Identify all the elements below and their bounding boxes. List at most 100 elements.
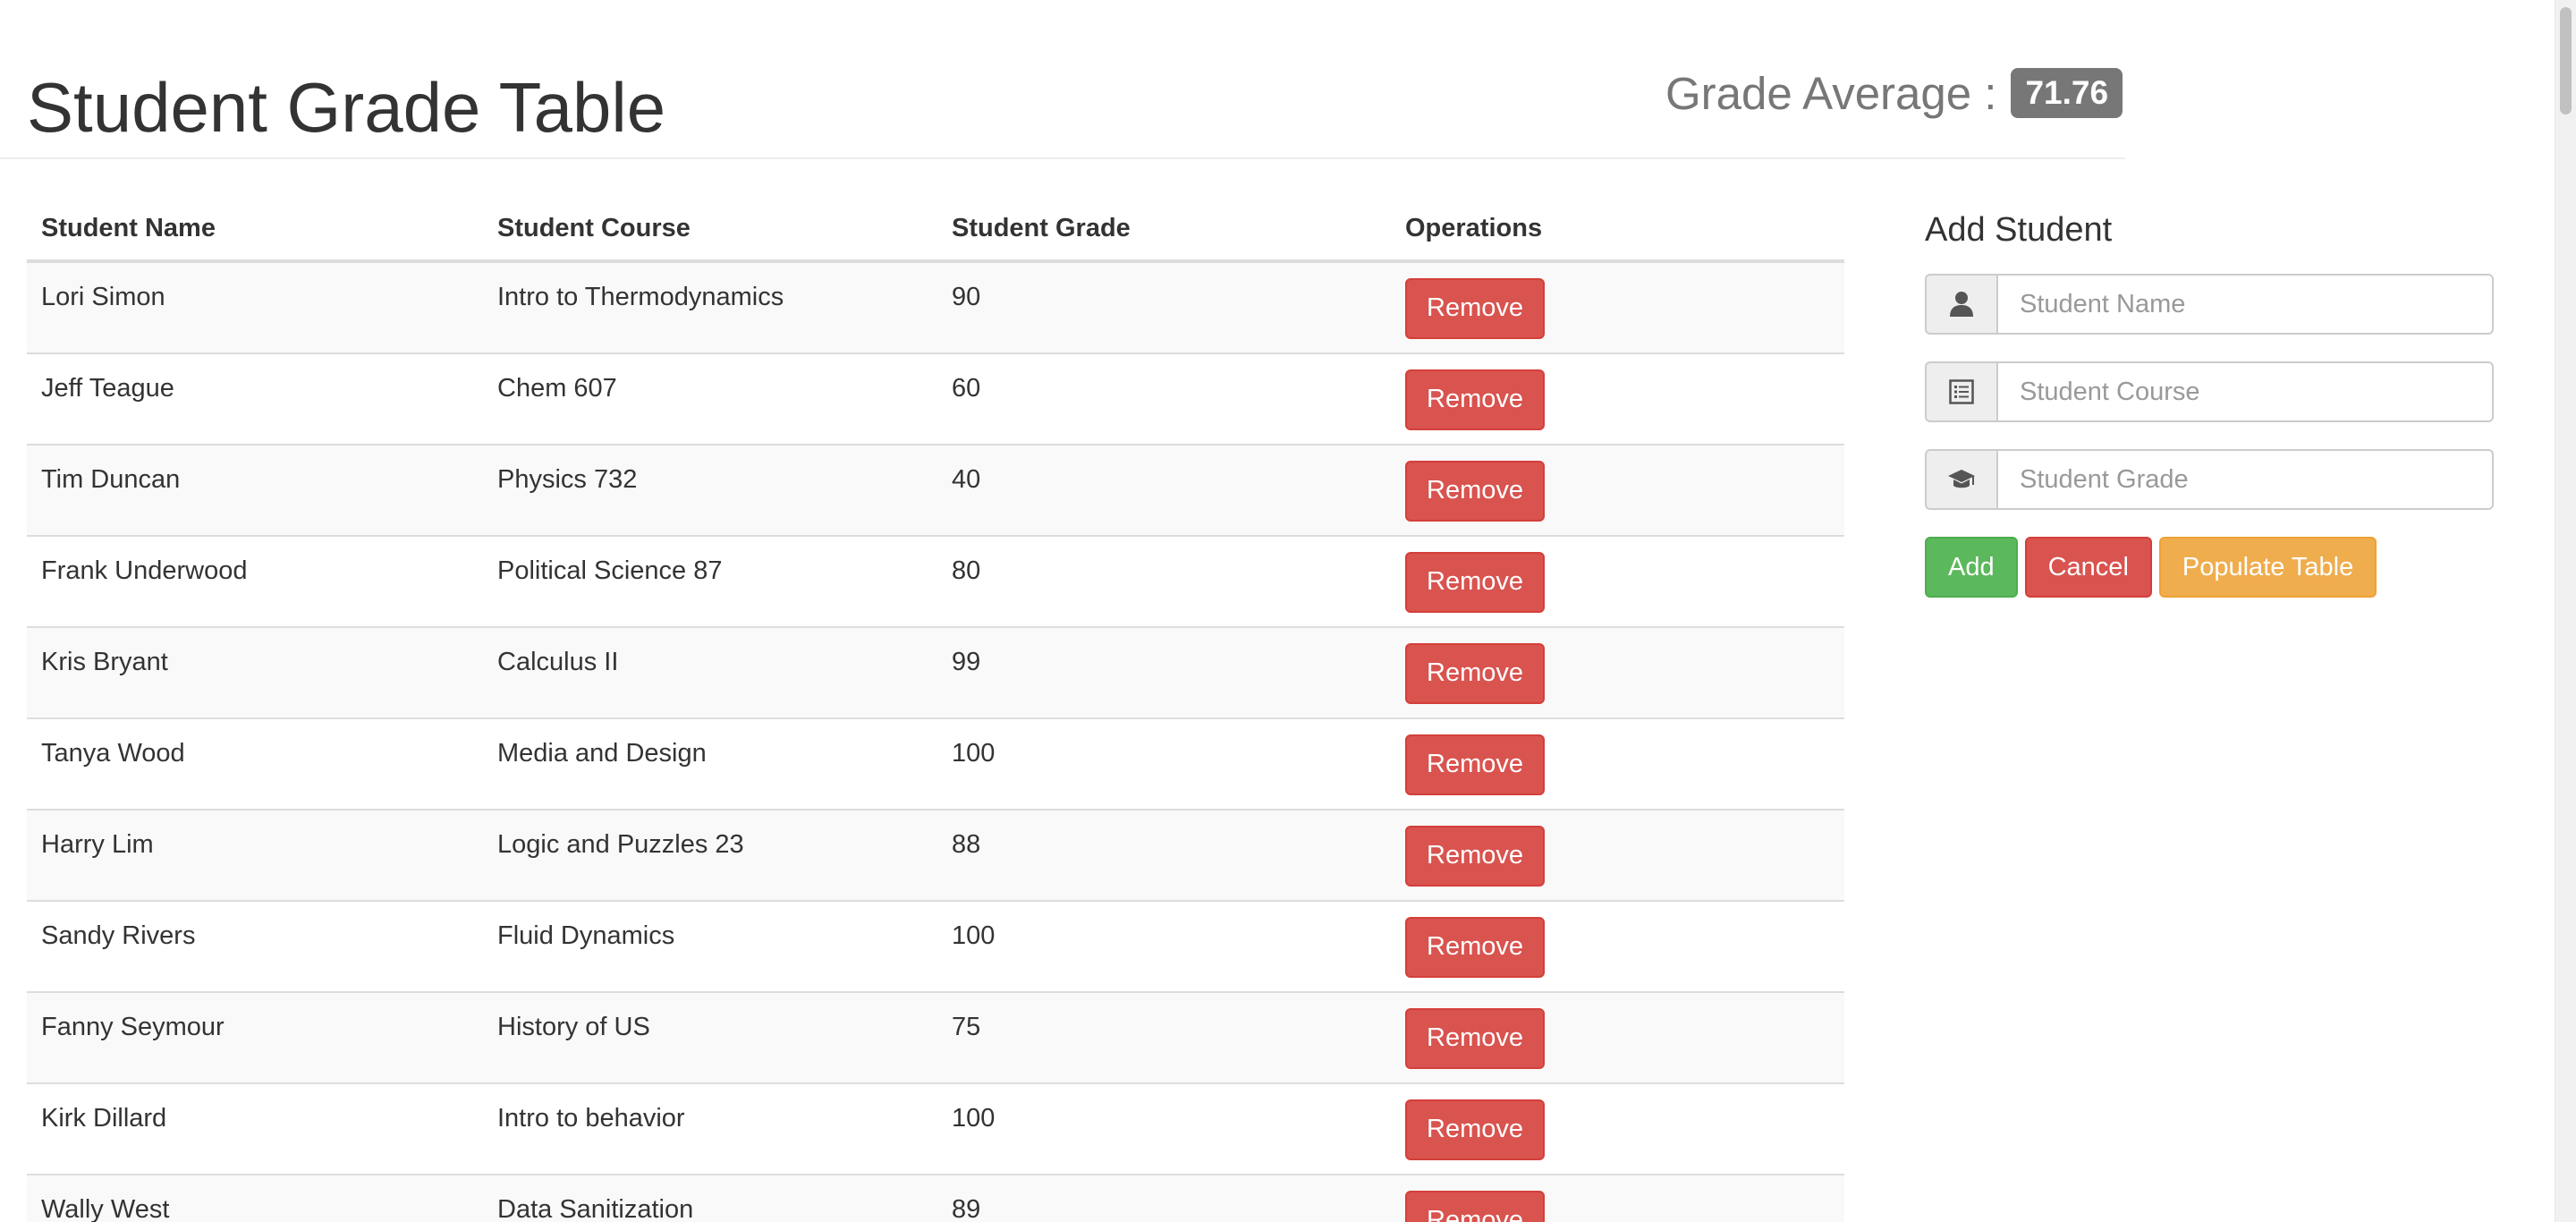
student-grade-cell: 100 bbox=[937, 1082, 1391, 1175]
student-course-cell: Physics 732 bbox=[483, 444, 937, 536]
operations-cell: Remove bbox=[1391, 991, 1844, 1083]
table-row: Kirk Dillard Intro to behavior 100 Remove bbox=[27, 1082, 1844, 1175]
student-course-cell: Media and Design bbox=[483, 717, 937, 810]
remove-button[interactable]: Remove bbox=[1405, 916, 1545, 978]
operations-cell: Remove bbox=[1391, 444, 1844, 536]
remove-button[interactable]: Remove bbox=[1405, 551, 1545, 613]
student-course-cell: Intro to Thermodynamics bbox=[483, 260, 937, 353]
table-row: Frank Underwood Political Science 87 80 Rem… bbox=[27, 535, 1844, 627]
student-name-cell: Kirk Dillard bbox=[27, 1082, 483, 1175]
student-name-cell-text: Jeff Teague bbox=[41, 374, 174, 403]
operations-cell: Remove bbox=[1391, 809, 1844, 901]
student-name-cell: Lori Simon bbox=[27, 260, 483, 353]
student-name-cell: Wally West bbox=[27, 1174, 483, 1222]
student-grade-cell-text: 100 bbox=[952, 1104, 996, 1133]
student-name-cell: Tim Duncan bbox=[27, 444, 483, 536]
remove-button[interactable]: Remove bbox=[1405, 369, 1545, 430]
grade-average: Grade Average : 71.76 bbox=[1665, 64, 2123, 122]
table-row: Sandy Rivers Fluid Dynamics 100 Remove bbox=[27, 900, 1844, 992]
student-grade-cell: 99 bbox=[937, 626, 1391, 718]
student-course-group bbox=[1925, 361, 2494, 422]
add-student-panel: Add Student Student Name Student Course … bbox=[1925, 208, 2494, 598]
remove-button[interactable]: Remove bbox=[1405, 1190, 1545, 1222]
list-alt-icon bbox=[1925, 361, 1996, 422]
student-grade-cell-text: 75 bbox=[952, 1013, 981, 1041]
student-grade-input[interactable] bbox=[1996, 449, 2494, 510]
page-header: Student Grade Table Grade Average : 71.7… bbox=[0, 0, 2125, 159]
student-name-input[interactable] bbox=[1996, 274, 2494, 335]
student-course-cell: Calculus II bbox=[483, 626, 937, 718]
student-grade-cell: 40 bbox=[937, 444, 1391, 536]
student-grade-cell-text: 100 bbox=[952, 921, 996, 950]
table-row: Fanny Seymour History of US 75 Remove bbox=[27, 991, 1844, 1083]
operations-cell: Remove bbox=[1391, 260, 1844, 353]
student-course-cell-text: Physics 732 bbox=[497, 465, 638, 494]
student-course-cell-text: Media and Design bbox=[497, 739, 707, 768]
student-grade-cell: 90 bbox=[937, 260, 1391, 353]
student-course-cell-text: Chem 607 bbox=[497, 374, 617, 403]
student-course-cell-text: Data Sanitization bbox=[497, 1195, 694, 1222]
add-button[interactable]: Add bbox=[1925, 537, 2018, 598]
grade-average-badge: 71.76 bbox=[2011, 68, 2123, 118]
student-grade-cell: 75 bbox=[937, 991, 1391, 1083]
remove-button[interactable]: Remove bbox=[1405, 1007, 1545, 1069]
table-body: Lori Simon Intro to Thermodynamics 90 Remov… bbox=[27, 260, 1844, 1222]
scrollbar-thumb[interactable] bbox=[2560, 7, 2572, 115]
column-header-student-course: Student Course bbox=[483, 197, 937, 263]
student-grade-cell-text: 90 bbox=[952, 283, 981, 311]
cancel-button[interactable]: Cancel bbox=[2024, 537, 2152, 598]
student-course-cell-text: History of US bbox=[497, 1013, 650, 1041]
student-grade-cell-text: 89 bbox=[952, 1195, 981, 1222]
operations-cell: Remove bbox=[1391, 900, 1844, 992]
operations-cell: Remove bbox=[1391, 535, 1844, 627]
student-name-cell: Jeff Teague bbox=[27, 352, 483, 445]
student-name-cell-text: Tanya Wood bbox=[41, 739, 185, 768]
student-course-cell: History of US bbox=[483, 991, 937, 1083]
operations-cell: Remove bbox=[1391, 1174, 1844, 1222]
operations-cell: Remove bbox=[1391, 717, 1844, 810]
column-header-student-name: Student Name bbox=[27, 197, 483, 263]
student-name-cell-text: Fanny Seymour bbox=[41, 1013, 225, 1041]
remove-button[interactable]: Remove bbox=[1405, 642, 1545, 704]
student-name-cell-text: Harry Lim bbox=[41, 830, 154, 859]
student-grade-group bbox=[1925, 449, 2494, 510]
table-row: Kris Bryant Calculus II 99 Remove bbox=[27, 626, 1844, 718]
vertical-scrollbar[interactable] bbox=[2555, 0, 2576, 1222]
student-course-cell-text: Intro to Thermodynamics bbox=[497, 283, 784, 311]
student-name-cell: Harry Lim bbox=[27, 809, 483, 901]
user-icon bbox=[1925, 274, 1996, 335]
student-name-cell-text: Lori Simon bbox=[41, 283, 165, 311]
student-grade-cell: 80 bbox=[937, 535, 1391, 627]
student-name-cell-text: Sandy Rivers bbox=[41, 921, 196, 950]
student-name-cell-text: Kirk Dillard bbox=[41, 1104, 167, 1133]
student-grade-cell: 88 bbox=[937, 809, 1391, 901]
populate-table-button[interactable]: Populate Table bbox=[2158, 537, 2377, 598]
operations-cell: Remove bbox=[1391, 626, 1844, 718]
remove-button[interactable]: Remove bbox=[1405, 277, 1545, 339]
student-course-cell: Data Sanitization bbox=[483, 1174, 937, 1222]
student-name-cell: Tanya Wood bbox=[27, 717, 483, 810]
student-course-cell: Political Science 87 bbox=[483, 535, 937, 627]
student-name-cell: Fanny Seymour bbox=[27, 991, 483, 1083]
student-course-cell: Intro to behavior bbox=[483, 1082, 937, 1175]
remove-button[interactable]: Remove bbox=[1405, 1099, 1545, 1160]
student-name-cell: Frank Underwood bbox=[27, 535, 483, 627]
student-course-cell-text: Logic and Puzzles 23 bbox=[497, 830, 744, 859]
page-title: Student Grade Table bbox=[27, 68, 666, 147]
student-name-cell: Kris Bryant bbox=[27, 626, 483, 718]
student-course-cell-text: Fluid Dynamics bbox=[497, 921, 675, 950]
student-grade-cell: 100 bbox=[937, 900, 1391, 992]
table-row: Tim Duncan Physics 732 40 Remove bbox=[27, 444, 1844, 536]
table-row: Jeff Teague Chem 607 60 Remove bbox=[27, 352, 1844, 445]
remove-button[interactable]: Remove bbox=[1405, 460, 1545, 522]
remove-button[interactable]: Remove bbox=[1405, 825, 1545, 887]
column-header-operations: Operations bbox=[1391, 197, 1844, 263]
remove-button[interactable]: Remove bbox=[1405, 734, 1545, 795]
student-grade-cell: 60 bbox=[937, 352, 1391, 445]
column-header-student-grade: Student Grade bbox=[937, 197, 1391, 263]
app-page: Student Grade Table Grade Average : 71.7… bbox=[0, 0, 2555, 1222]
student-grade-cell-text: 40 bbox=[952, 465, 981, 494]
operations-cell: Remove bbox=[1391, 352, 1844, 445]
student-grade-cell-text: 88 bbox=[952, 830, 981, 859]
student-course-input[interactable] bbox=[1996, 361, 2494, 422]
